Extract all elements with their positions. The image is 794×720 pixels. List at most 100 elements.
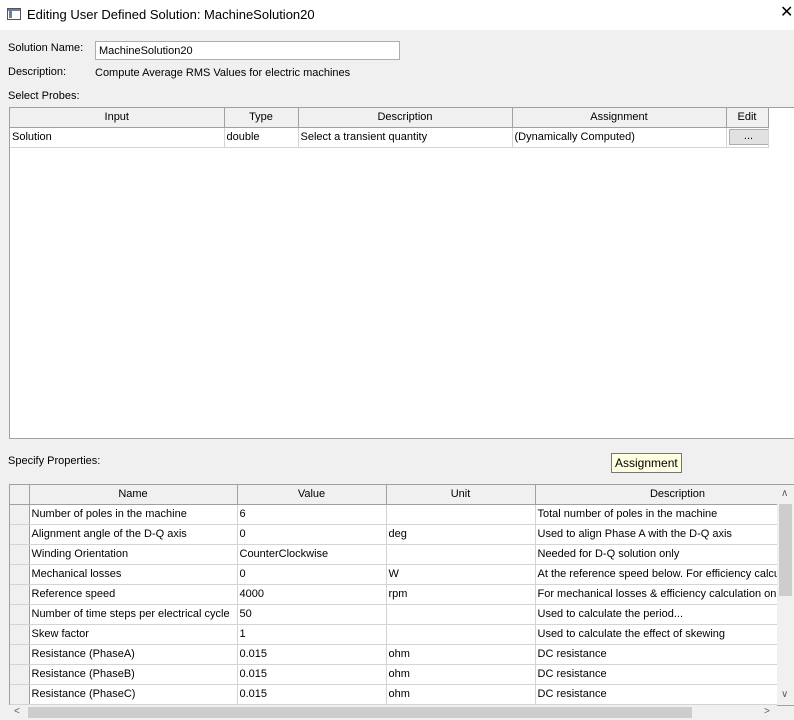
- column-header-assignment[interactable]: Assignment: [512, 108, 727, 128]
- column-header-unit[interactable]: Unit: [386, 485, 536, 505]
- window-title: Editing User Defined Solution: MachineSo…: [27, 7, 315, 22]
- property-value-cell[interactable]: 0: [237, 564, 387, 585]
- specify-properties-label: Specify Properties:: [8, 455, 101, 467]
- property-unit-cell[interactable]: rpm: [386, 584, 536, 605]
- scroll-right-icon[interactable]: >: [764, 706, 770, 718]
- property-unit-cell[interactable]: [386, 604, 536, 625]
- row-header[interactable]: [10, 624, 30, 645]
- column-header-edit[interactable]: Edit: [726, 108, 769, 128]
- assignment-tooltip: Assignment: [611, 453, 682, 473]
- table-row[interactable]: Resistance (PhaseC) 0.015 ohm DC resista…: [10, 684, 794, 705]
- horizontal-scroll-thumb[interactable]: [28, 707, 692, 718]
- table-row[interactable]: Reference speed 4000 rpm For mechanical …: [10, 584, 794, 605]
- property-unit-cell[interactable]: W: [386, 564, 536, 585]
- probe-type-cell[interactable]: double: [224, 127, 299, 148]
- properties-header-row: Name Value Unit Description: [10, 485, 794, 505]
- column-header-description[interactable]: Description: [535, 485, 794, 505]
- property-unit-cell[interactable]: [386, 504, 536, 525]
- probe-edit-cell: ...: [726, 127, 769, 148]
- row-header[interactable]: [10, 664, 30, 685]
- property-value-cell[interactable]: 0: [237, 524, 387, 545]
- table-row[interactable]: Solution double Select a transient quant…: [10, 127, 769, 148]
- table-row[interactable]: Mechanical losses 0 W At the reference s…: [10, 564, 794, 585]
- property-name-cell: Reference speed: [29, 584, 238, 605]
- property-unit-cell[interactable]: ohm: [386, 644, 536, 665]
- table-row[interactable]: Winding Orientation CounterClockwise Nee…: [10, 544, 794, 565]
- probe-description-cell[interactable]: Select a transient quantity: [298, 127, 513, 148]
- description-value: Compute Average RMS Values for electric …: [95, 67, 351, 79]
- property-unit-cell[interactable]: ohm: [386, 684, 536, 705]
- probes-grid[interactable]: Input Type Description Assignment Edit S…: [9, 107, 794, 439]
- property-description-cell: At the reference speed below. For effici…: [535, 564, 794, 585]
- property-description-cell: For mechanical losses & efficiency calcu…: [535, 584, 794, 605]
- scroll-left-icon[interactable]: <: [14, 706, 20, 718]
- property-value-cell[interactable]: CounterClockwise: [237, 544, 387, 565]
- property-name-cell: Mechanical losses: [29, 564, 238, 585]
- scroll-up-icon[interactable]: ∧: [781, 488, 788, 500]
- app-window-icon: [7, 8, 21, 20]
- row-header[interactable]: [10, 564, 30, 585]
- probes-header-row: Input Type Description Assignment Edit: [10, 108, 769, 128]
- property-description-cell: Needed for D-Q solution only: [535, 544, 794, 565]
- table-row[interactable]: Resistance (PhaseA) 0.015 ohm DC resista…: [10, 644, 794, 665]
- row-header[interactable]: [10, 504, 30, 525]
- close-icon[interactable]: ✕: [780, 4, 794, 22]
- column-header-input[interactable]: Input: [10, 108, 225, 128]
- property-description-cell: Used to calculate the period...: [535, 604, 794, 625]
- row-header[interactable]: [10, 684, 30, 705]
- vertical-scroll-thumb[interactable]: [779, 504, 792, 596]
- property-name-cell: Alignment angle of the D-Q axis: [29, 524, 238, 545]
- property-description-cell: Total number of poles in the machine: [535, 504, 794, 525]
- property-name-cell: Number of poles in the machine: [29, 504, 238, 525]
- property-value-cell[interactable]: 0.015: [237, 684, 387, 705]
- solution-name-label: Solution Name:: [8, 42, 84, 54]
- table-row[interactable]: Resistance (PhaseB) 0.015 ohm DC resista…: [10, 664, 794, 685]
- horizontal-scrollbar[interactable]: < >: [9, 705, 777, 720]
- table-row[interactable]: Skew factor 1 Used to calculate the effe…: [10, 624, 794, 645]
- property-name-cell: Resistance (PhaseB): [29, 664, 238, 685]
- column-header-value[interactable]: Value: [237, 485, 387, 505]
- property-description-cell: Used to calculate the effect of skewing: [535, 624, 794, 645]
- table-row[interactable]: Alignment angle of the D-Q axis 0 deg Us…: [10, 524, 794, 545]
- row-header[interactable]: [10, 544, 30, 565]
- solution-name-input[interactable]: [95, 41, 400, 60]
- row-header-corner: [10, 485, 30, 505]
- property-unit-cell[interactable]: deg: [386, 524, 536, 545]
- table-row[interactable]: Number of time steps per electrical cycl…: [10, 604, 794, 625]
- scroll-down-icon[interactable]: ∨: [781, 689, 788, 701]
- row-header[interactable]: [10, 644, 30, 665]
- property-value-cell[interactable]: 50: [237, 604, 387, 625]
- property-name-cell: Winding Orientation: [29, 544, 238, 565]
- property-description-cell: DC resistance: [535, 664, 794, 685]
- property-name-cell: Resistance (PhaseC): [29, 684, 238, 705]
- property-name-cell: Skew factor: [29, 624, 238, 645]
- property-description-cell: DC resistance: [535, 684, 794, 705]
- property-name-cell: Resistance (PhaseA): [29, 644, 238, 665]
- property-value-cell[interactable]: 1: [237, 624, 387, 645]
- probe-input-cell[interactable]: Solution: [10, 127, 225, 148]
- property-unit-cell[interactable]: [386, 544, 536, 565]
- row-header[interactable]: [10, 604, 30, 625]
- property-value-cell[interactable]: 0.015: [237, 644, 387, 665]
- column-header-name[interactable]: Name: [29, 485, 238, 505]
- row-header[interactable]: [10, 524, 30, 545]
- property-name-cell: Number of time steps per electrical cycl…: [29, 604, 238, 625]
- column-header-description[interactable]: Description: [298, 108, 513, 128]
- property-value-cell[interactable]: 4000: [237, 584, 387, 605]
- property-unit-cell[interactable]: [386, 624, 536, 645]
- column-header-type[interactable]: Type: [224, 108, 299, 128]
- property-description-cell: Used to align Phase A with the D-Q axis: [535, 524, 794, 545]
- select-probes-label: Select Probes:: [8, 90, 80, 102]
- property-description-cell: DC resistance: [535, 644, 794, 665]
- edit-assignment-button[interactable]: ...: [728, 129, 767, 145]
- vertical-scrollbar[interactable]: ∧ ∨: [777, 485, 794, 705]
- property-value-cell[interactable]: 6: [237, 504, 387, 525]
- title-bar: Editing User Defined Solution: MachineSo…: [0, 0, 794, 30]
- probe-assignment-cell[interactable]: (Dynamically Computed): [512, 127, 727, 148]
- property-value-cell[interactable]: 0.015: [237, 664, 387, 685]
- description-label: Description:: [8, 66, 67, 78]
- properties-grid[interactable]: Name Value Unit Description Number of po…: [9, 484, 794, 706]
- table-row[interactable]: Number of poles in the machine 6 Total n…: [10, 504, 794, 525]
- row-header[interactable]: [10, 584, 30, 605]
- property-unit-cell[interactable]: ohm: [386, 664, 536, 685]
